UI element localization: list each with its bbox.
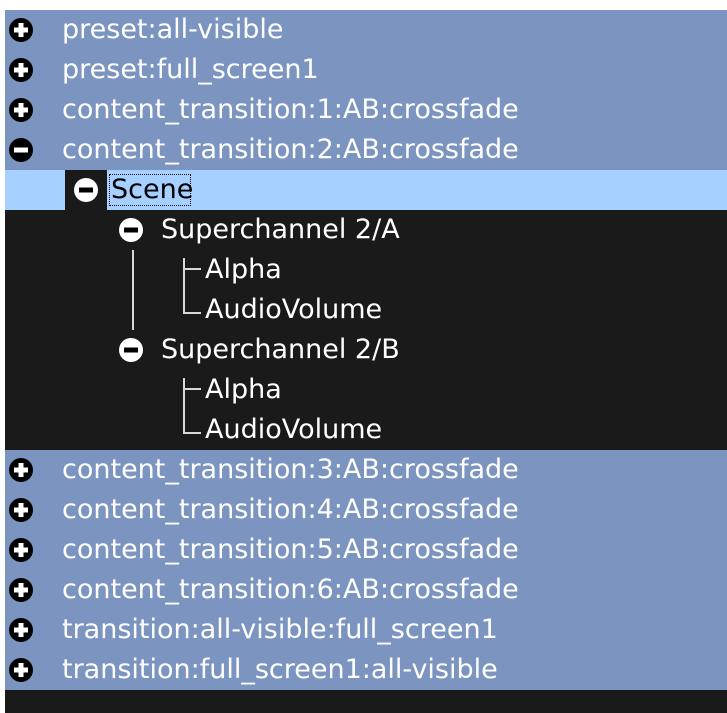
tree-connector-line [183,432,201,434]
tree-node-superchannel-a[interactable]: Superchannel 2/A [5,210,727,250]
expand-plus-icon[interactable] [8,657,34,683]
expand-plus-icon[interactable] [8,617,34,643]
tree-row-label: content_transition:3:AB:crossfade [62,454,519,485]
expand-plus-icon[interactable] [8,577,34,603]
expand-plus-icon[interactable] [8,57,34,83]
expand-plus-icon[interactable] [8,457,34,483]
param-label: Alpha [205,254,282,285]
collapse-minus-icon[interactable] [118,337,144,363]
collapse-minus-icon[interactable] [118,217,144,243]
tree-connector-line [183,268,201,270]
param-label: Alpha [205,374,282,405]
superchannel-label: Superchannel 2/B [161,334,400,365]
tree-row-content-transition-3[interactable]: content_transition:3:AB:crossfade [5,450,727,490]
tree-row-preset-full-screen1[interactable]: preset:full_screen1 [5,50,727,90]
tree-connector-line [132,250,134,330]
tree-leaf-alpha[interactable]: Alpha [205,250,727,290]
tree-row-content-transition-6[interactable]: content_transition:6:AB:crossfade [5,570,727,610]
tree-connector-line [183,312,201,314]
tree-row-transition-all-visible-full-screen1[interactable]: transition:all-visible:full_screen1 [5,610,727,650]
superchannel-label: Superchannel 2/A [161,214,400,245]
tree-row-label: transition:all-visible:full_screen1 [62,614,498,645]
expand-plus-icon[interactable] [8,17,34,43]
param-label: AudioVolume [205,294,383,325]
tree-row-preset-all-visible[interactable]: preset:all-visible [5,10,727,50]
tree-row-content-transition-2[interactable]: content_transition:2:AB:crossfade [5,130,727,170]
tree-row-label: content_transition:4:AB:crossfade [62,494,519,525]
expand-plus-icon[interactable] [8,97,34,123]
tree-row-label: content_transition:6:AB:crossfade [62,574,519,605]
tree-connector-line [183,388,201,390]
tree-row-label: content_transition:1:AB:crossfade [62,94,519,125]
param-label: AudioVolume [205,414,383,445]
tree-leaf-audiovolume[interactable]: AudioVolume [205,290,727,330]
expand-plus-icon[interactable] [8,537,34,563]
tree-row-content-transition-5[interactable]: content_transition:5:AB:crossfade [5,530,727,570]
tree-connector-line [183,258,185,314]
tree-row-label: preset:all-visible [62,14,284,45]
expand-plus-icon[interactable] [8,497,34,523]
transition-tree: preset:all-visible preset:full_screen1 c… [5,10,727,713]
tree-row-label: content_transition:2:AB:crossfade [62,134,519,165]
tree-node-scene[interactable]: Scene [5,170,727,210]
tree-leaf-audiovolume[interactable]: AudioVolume [205,410,727,450]
tree-connector-line [183,378,185,434]
collapse-minus-icon[interactable] [73,177,99,203]
tree-row-label: content_transition:5:AB:crossfade [62,534,519,565]
tree-row-content-transition-1[interactable]: content_transition:1:AB:crossfade [5,90,727,130]
tree-node-superchannel-b[interactable]: Superchannel 2/B [5,330,727,370]
tree-row-label: transition:full_screen1:all-visible [62,654,498,685]
tree-row-label: preset:full_screen1 [62,54,319,85]
scene-label: Scene [111,174,194,205]
tree-row-content-transition-4[interactable]: content_transition:4:AB:crossfade [5,490,727,530]
tree-leaf-alpha[interactable]: Alpha [205,370,727,410]
tree-row-transition-full-screen1-all-visible[interactable]: transition:full_screen1:all-visible [5,650,727,690]
collapse-minus-icon[interactable] [8,137,34,163]
